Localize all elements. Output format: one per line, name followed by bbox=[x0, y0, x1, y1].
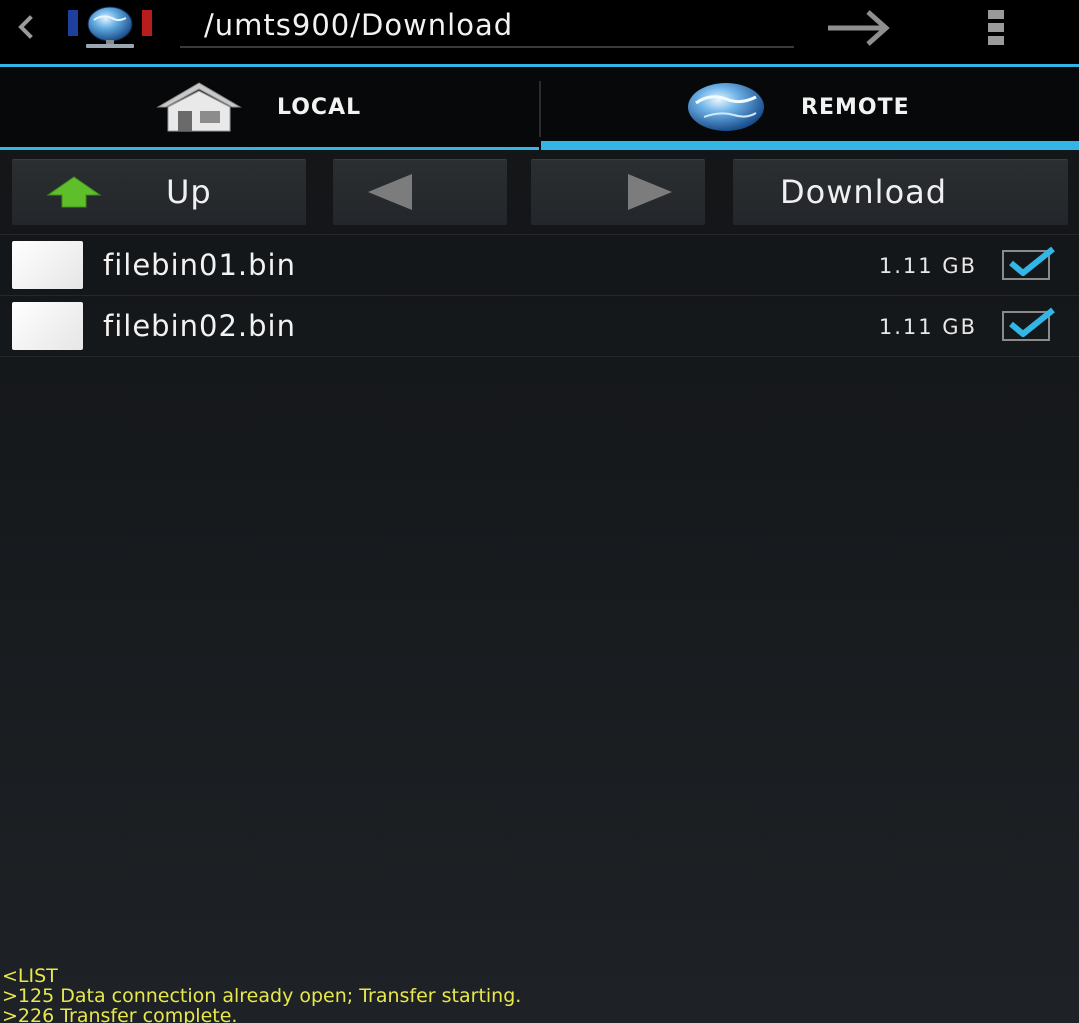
remote-file-list: filebin01.bin 1.11 GB filebin02.bin 1.11… bbox=[0, 234, 1079, 357]
list-item[interactable]: filebin01.bin 1.11 GB bbox=[0, 234, 1079, 296]
overflow-menu-icon[interactable] bbox=[984, 8, 1008, 48]
tab-remote-indicator bbox=[541, 141, 1079, 150]
next-button[interactable] bbox=[531, 159, 705, 225]
file-icon bbox=[12, 241, 83, 289]
action-bar: /umts900/Download bbox=[0, 0, 1079, 64]
triangle-left-icon bbox=[368, 174, 412, 210]
previous-button[interactable] bbox=[333, 159, 507, 225]
list-item[interactable]: filebin02.bin 1.11 GB bbox=[0, 296, 1079, 357]
file-size: 1.11 GB bbox=[878, 315, 977, 339]
path-text: /umts900/Download bbox=[204, 8, 514, 42]
path-input[interactable]: /umts900/Download bbox=[180, 2, 794, 48]
network-globe-icon[interactable] bbox=[66, 4, 156, 50]
download-button-label: Download bbox=[780, 173, 948, 211]
log-line: >226 Transfer complete. bbox=[2, 1005, 238, 1023]
ftp-client-screen: /umts900/Download LOCAL REMOTE Up Downlo… bbox=[0, 0, 1079, 1023]
checkbox-checked-icon[interactable] bbox=[1001, 306, 1057, 344]
file-name: filebin02.bin bbox=[103, 309, 296, 343]
globe-icon bbox=[688, 83, 764, 131]
tab-local[interactable]: LOCAL bbox=[0, 67, 539, 150]
file-icon bbox=[12, 302, 83, 350]
arrow-right-icon[interactable] bbox=[822, 6, 898, 50]
log-line: <LIST bbox=[2, 965, 58, 987]
tab-local-label: LOCAL bbox=[277, 95, 362, 120]
file-size: 1.11 GB bbox=[878, 254, 977, 278]
house-icon bbox=[156, 82, 242, 132]
tab-remote[interactable]: REMOTE bbox=[541, 67, 1079, 150]
tab-remote-label: REMOTE bbox=[801, 95, 910, 120]
triangle-right-icon bbox=[628, 174, 672, 210]
checkbox-checked-icon[interactable] bbox=[1001, 245, 1057, 283]
log-line: >125 Data connection already open; Trans… bbox=[2, 985, 522, 1007]
green-up-arrow-icon bbox=[46, 176, 102, 208]
chevron-left-icon[interactable] bbox=[10, 10, 40, 44]
tab-bar: LOCAL REMOTE bbox=[0, 67, 1079, 150]
navigation-toolbar: Up Download bbox=[0, 150, 1079, 234]
up-button[interactable]: Up bbox=[12, 159, 306, 225]
ftp-log: <LIST >125 Data connection already open;… bbox=[0, 966, 1079, 1023]
up-button-label: Up bbox=[166, 173, 212, 211]
file-name: filebin01.bin bbox=[103, 248, 296, 282]
download-button[interactable]: Download bbox=[733, 159, 1068, 225]
